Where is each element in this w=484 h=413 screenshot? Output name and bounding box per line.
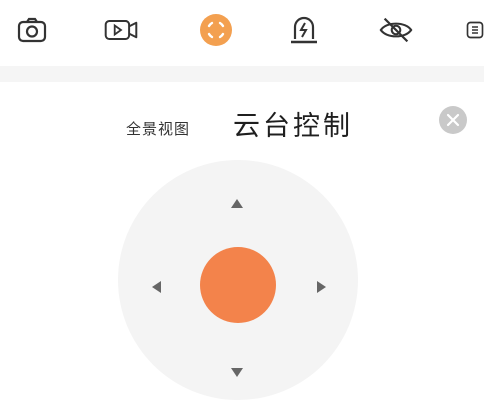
- ptz-up-arrow-icon[interactable]: [231, 199, 243, 208]
- panel-header: 全景视图 云台控制: [0, 90, 484, 150]
- tab-panorama-view[interactable]: 全景视图: [126, 118, 190, 139]
- tab-ptz-control[interactable]: 云台控制: [233, 104, 353, 143]
- top-toolbar: [0, 0, 484, 64]
- ptz-direction-pad: [118, 160, 358, 400]
- more-icon[interactable]: [466, 12, 484, 48]
- ptz-right-arrow-icon[interactable]: [317, 281, 326, 293]
- close-button[interactable]: [439, 106, 467, 134]
- video-record-icon[interactable]: [103, 12, 139, 48]
- section-divider: [0, 66, 484, 82]
- alarm-light-icon[interactable]: [286, 12, 322, 48]
- camera-icon[interactable]: [14, 12, 50, 48]
- ptz-control-icon[interactable]: [198, 12, 234, 48]
- privacy-eye-off-icon[interactable]: [378, 12, 414, 48]
- ptz-down-arrow-icon[interactable]: [231, 368, 243, 377]
- ptz-center-button[interactable]: [200, 247, 276, 323]
- ptz-left-arrow-icon[interactable]: [152, 281, 161, 293]
- close-icon: [446, 113, 460, 127]
